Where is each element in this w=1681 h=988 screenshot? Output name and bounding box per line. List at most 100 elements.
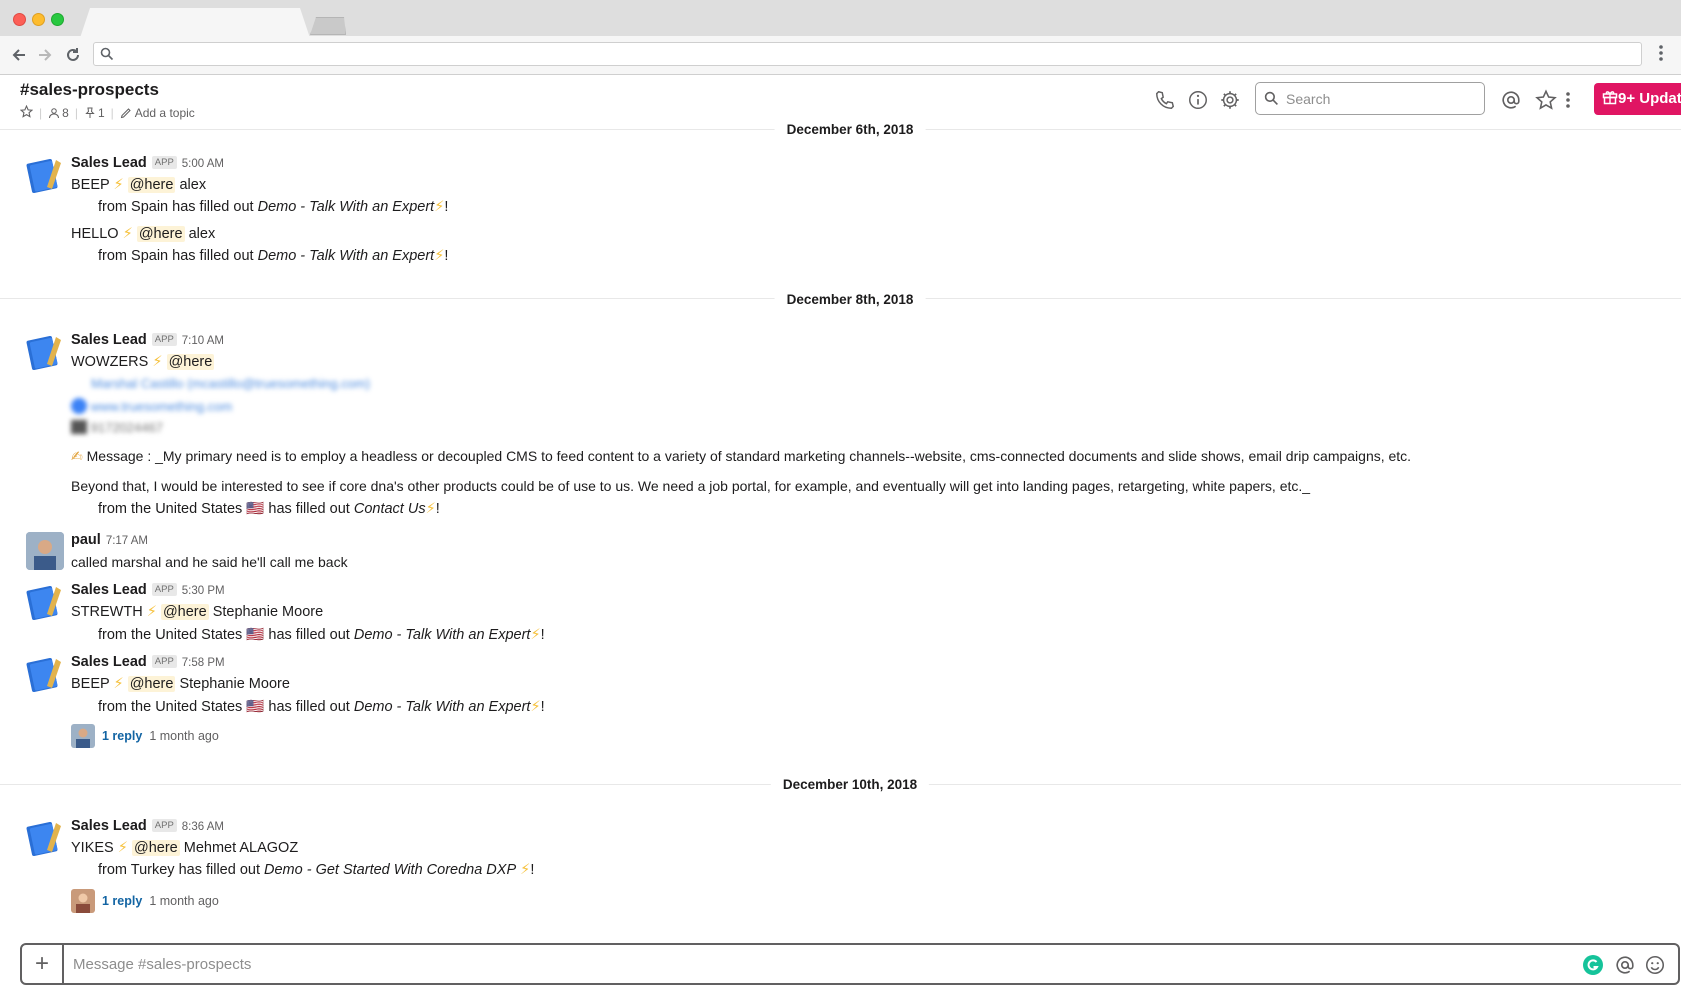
emoji-icon[interactable] <box>1644 954 1666 976</box>
more-actions-icon[interactable] <box>1564 89 1574 111</box>
here-mention[interactable]: @here <box>166 354 215 370</box>
mentions-icon[interactable] <box>1500 89 1522 111</box>
message-text: Beyond that, I would be interested to se… <box>71 478 1310 494</box>
message-text: from the United States 🇺🇸 has filled out… <box>98 501 440 517</box>
reply-count-link[interactable]: 1 reply <box>102 894 142 908</box>
updates-button[interactable]: 9+ Updat <box>1594 83 1681 115</box>
phone-icon[interactable] <box>1154 89 1176 111</box>
starred-items-icon[interactable] <box>1535 89 1557 111</box>
forward-arrow-icon[interactable] <box>34 44 56 66</box>
message-prefix: WOWZERS <box>71 354 149 370</box>
message-text: YIKES ⚡ @here Mehmet ALAGOZ <box>71 840 298 856</box>
us-flag-icon: 🇺🇸 <box>246 501 265 517</box>
lightning-icon: ⚡ <box>425 501 436 517</box>
message-text: ✍ Message : _My primary need is to emplo… <box>71 448 1411 465</box>
lead-origin: from Turkey has filled out <box>98 862 265 878</box>
browser-tab-active[interactable] <box>80 8 310 38</box>
lightning-icon: ⚡ <box>117 840 128 856</box>
search-icon <box>100 47 114 66</box>
phone-icon <box>71 420 87 434</box>
reply-count-link[interactable]: 1 reply <box>102 729 142 743</box>
timestamp[interactable]: 7:17 AM <box>106 535 148 547</box>
maximize-window-button[interactable] <box>51 13 64 26</box>
lead-origin: from Spain has filled out <box>98 199 258 215</box>
here-mention[interactable]: @here <box>127 676 176 692</box>
address-bar[interactable] <box>93 42 1642 66</box>
message-text: from Spain has filled out Demo - Talk Wi… <box>98 248 449 264</box>
blurred-website: www.truesomething.com <box>90 399 233 414</box>
members-count[interactable]: 8 <box>48 106 69 120</box>
message-prefix: BEEP <box>71 676 110 692</box>
app-avatar[interactable] <box>26 655 64 693</box>
gear-icon[interactable] <box>1219 89 1241 111</box>
app-avatar[interactable] <box>26 333 64 371</box>
star-icon[interactable] <box>19 104 34 121</box>
back-arrow-icon[interactable] <box>8 44 30 66</box>
filled-out-text: has filled out <box>268 627 354 643</box>
message-text: from the United States 🇺🇸 has filled out… <box>98 627 545 643</box>
add-topic-label: Add a topic <box>134 106 195 120</box>
form-name: Demo - Talk With an Expert <box>353 699 531 715</box>
lead-origin: from the United States <box>98 627 243 643</box>
message-header: Sales Lead APP 5:30 PM <box>71 582 225 598</box>
form-name: Demo - Talk With an Expert <box>257 248 435 264</box>
sender-name[interactable]: Sales Lead <box>71 582 147 598</box>
timestamp[interactable]: 5:30 PM <box>182 585 225 597</box>
message-list[interactable]: December 6th, 2018 Sales Lead APP 5:00 AM … <box>0 120 1681 930</box>
browser-menu-icon[interactable] <box>1655 44 1667 66</box>
here-mention[interactable]: @here <box>136 226 185 242</box>
app-badge: APP <box>151 333 177 346</box>
close-window-button[interactable] <box>13 13 26 26</box>
here-mention[interactable]: @here <box>127 177 176 193</box>
meta-separator: | <box>74 106 78 120</box>
members-count-value: 8 <box>62 106 69 120</box>
mention-icon[interactable] <box>1614 954 1636 976</box>
channel-meta: | 8 | 1 | Add a topic <box>19 104 195 121</box>
search-input[interactable] <box>1284 90 1478 108</box>
timestamp[interactable]: 7:58 PM <box>182 657 225 669</box>
pencil-icon <box>120 108 131 119</box>
message-composer: + <box>20 943 1680 985</box>
add-topic-link[interactable]: Add a topic <box>120 106 195 120</box>
attach-plus-button[interactable]: + <box>22 945 64 983</box>
timestamp[interactable]: 8:36 AM <box>182 821 224 833</box>
lead-name: Mehmet ALAGOZ <box>183 840 299 856</box>
timestamp[interactable]: 5:00 AM <box>182 158 224 170</box>
channel-name[interactable]: #sales-prospects <box>20 80 159 100</box>
sender-name[interactable]: paul <box>71 532 101 548</box>
message-text: from Spain has filled out Demo - Talk Wi… <box>98 199 449 215</box>
pins-count[interactable]: 1 <box>84 106 105 120</box>
search-field[interactable] <box>1255 82 1485 115</box>
browser-toolbar <box>0 36 1681 75</box>
filled-out-text: has filled out <box>268 699 354 715</box>
message-prefix: STREWTH <box>71 604 143 620</box>
sender-name[interactable]: Sales Lead <box>71 332 147 348</box>
app-avatar[interactable] <box>26 156 64 194</box>
reply-avatar <box>71 889 95 913</box>
notebook-icon <box>26 585 61 621</box>
meta-separator: | <box>39 106 43 120</box>
here-mention[interactable]: @here <box>131 840 180 856</box>
here-mention[interactable]: @here <box>160 604 209 620</box>
sender-name[interactable]: Sales Lead <box>71 155 147 171</box>
message-prefix: YIKES <box>71 840 114 856</box>
sender-name[interactable]: Sales Lead <box>71 818 147 834</box>
app-avatar[interactable] <box>26 583 64 621</box>
reload-icon[interactable] <box>62 44 84 66</box>
thread-replies[interactable]: 1 reply 1 month ago <box>71 889 219 913</box>
sender-name[interactable]: Sales Lead <box>71 654 147 670</box>
lightning-icon: ⚡ <box>122 226 133 242</box>
lightning-icon: ⚡ <box>113 676 124 692</box>
message-input[interactable] <box>71 955 1575 974</box>
info-icon[interactable] <box>1187 89 1209 111</box>
blurred-phone: 9172024467 <box>90 420 163 435</box>
app-avatar[interactable] <box>26 819 64 857</box>
user-avatar[interactable] <box>26 532 64 570</box>
message-text: STREWTH ⚡ @here Stephanie Moore <box>71 604 323 620</box>
minimize-window-button[interactable] <box>32 13 45 26</box>
thread-replies[interactable]: 1 reply 1 month ago <box>71 724 219 748</box>
new-tab-button[interactable] <box>310 17 346 35</box>
message-body: Beyond that, I would be interested to se… <box>71 478 1311 494</box>
grammarly-icon[interactable] <box>1582 954 1604 976</box>
timestamp[interactable]: 7:10 AM <box>182 335 224 347</box>
